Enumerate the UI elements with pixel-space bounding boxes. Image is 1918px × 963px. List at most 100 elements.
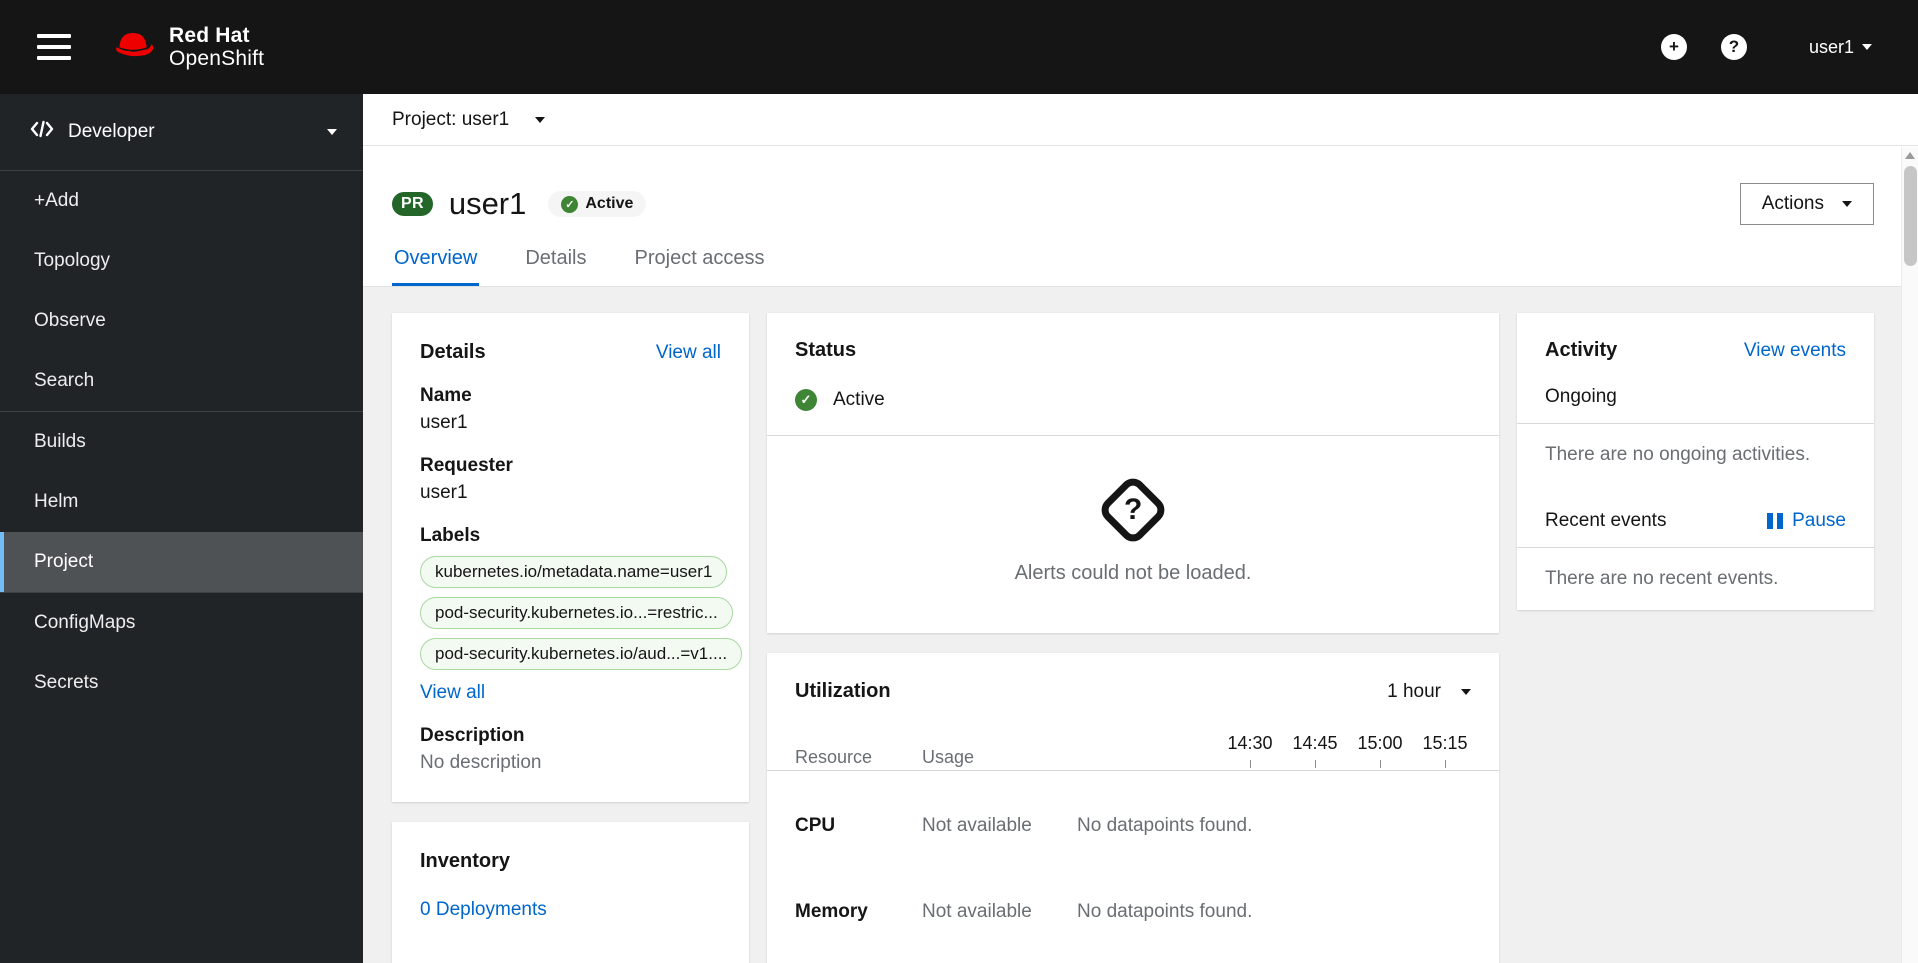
project-status-label: Active bbox=[833, 389, 885, 410]
tick-mark bbox=[1249, 760, 1251, 768]
nav-group: ConfigMaps Secrets bbox=[0, 593, 363, 713]
username-label: user1 bbox=[1808, 36, 1854, 57]
scrollbar[interactable] bbox=[1901, 147, 1918, 963]
help-button[interactable]: ? bbox=[1720, 34, 1747, 60]
brand-name: Red Hat OpenShift bbox=[169, 24, 264, 70]
project-bar: Project: user1 bbox=[363, 94, 1918, 146]
view-events-link[interactable]: View events bbox=[1744, 340, 1846, 362]
sidebar-item-search[interactable]: Search bbox=[0, 351, 363, 411]
time-tick: 15:00 bbox=[1354, 733, 1406, 768]
inventory-card: Inventory 0 Deployments bbox=[392, 822, 749, 963]
time-tick-label: 14:30 bbox=[1227, 733, 1273, 753]
nav-group: Builds Helm Project bbox=[0, 412, 363, 592]
label-chip[interactable]: kubernetes.io/metadata.name=user1 bbox=[420, 556, 728, 588]
ongoing-label: Ongoing bbox=[1545, 386, 1617, 407]
sidebar-item-builds[interactable]: Builds bbox=[0, 412, 363, 472]
activity-card-title: Activity bbox=[1545, 339, 1618, 361]
unknown-state-icon: ? bbox=[1096, 473, 1170, 547]
alerts-empty-message: Alerts could not be loaded. bbox=[1014, 562, 1252, 584]
sidebar-item-secrets[interactable]: Secrets bbox=[0, 653, 363, 713]
time-tick: 14:45 bbox=[1289, 733, 1341, 768]
sidebar-item-observe[interactable]: Observe bbox=[0, 291, 363, 351]
redhat-fedora-icon bbox=[109, 27, 157, 68]
description-field-label: Description bbox=[420, 725, 525, 746]
hamburger-bar bbox=[37, 45, 71, 49]
time-tick: 15:15 bbox=[1419, 733, 1471, 768]
status-card: Status ✓ Active ? Alerts could not be lo… bbox=[767, 313, 1499, 633]
sidebar-item-configmaps[interactable]: ConfigMaps bbox=[0, 593, 363, 653]
details-view-all-link[interactable]: View all bbox=[656, 342, 721, 364]
status-card-title: Status bbox=[795, 339, 857, 361]
perspective-switcher[interactable]: Developer bbox=[0, 94, 363, 170]
sidebar-item-topology[interactable]: Topology bbox=[0, 231, 363, 291]
tab-overview[interactable]: Overview bbox=[392, 231, 480, 286]
code-icon bbox=[30, 120, 54, 144]
usage-value: Not available bbox=[922, 901, 1032, 922]
sidebar-item-project[interactable]: Project bbox=[0, 532, 363, 592]
ongoing-empty-message: There are no ongoing activities. bbox=[1545, 444, 1811, 465]
resource-name: CPU bbox=[795, 815, 836, 836]
chart-empty-message: No datapoints found. bbox=[1077, 901, 1253, 922]
middle-column: Status ✓ Active ? Alerts could not be lo… bbox=[767, 313, 1499, 963]
scroll-up-button[interactable] bbox=[1902, 147, 1918, 164]
check-circle-icon: ✓ bbox=[561, 195, 579, 213]
overview-grid: Details View all Name user1 Requester us… bbox=[363, 287, 1901, 963]
requester-field-label: Requester bbox=[420, 455, 513, 476]
page-title-group: PR user1 ✓ Active bbox=[392, 186, 647, 222]
pause-events-button[interactable]: Pause bbox=[1767, 510, 1846, 532]
chevron-down-icon bbox=[327, 129, 337, 135]
hamburger-menu-button[interactable] bbox=[37, 34, 71, 60]
utilization-header-row: Resource Usage 14:30 14:45 15:00 15:15 bbox=[767, 733, 1499, 768]
tick-mark bbox=[1379, 760, 1381, 768]
user-menu-dropdown[interactable]: user1 bbox=[1809, 37, 1872, 58]
chevron-down-icon bbox=[1461, 688, 1471, 695]
hamburger-bar bbox=[37, 34, 71, 38]
right-column: Activity View events Ongoing There are n… bbox=[1517, 313, 1874, 610]
divider bbox=[767, 770, 1499, 771]
tab-bar: Overview Details Project access bbox=[363, 231, 1901, 287]
main-content: Project: user1 PR user1 ✓ Active Actions bbox=[363, 94, 1918, 963]
labels-field-label: Labels bbox=[420, 525, 481, 546]
tab-project-access[interactable]: Project access bbox=[633, 231, 767, 286]
label-chip[interactable]: pod-security.kubernetes.io...=restric... bbox=[420, 597, 733, 629]
sidebar-nav: Developer +Add Topology Observe Search B… bbox=[0, 94, 363, 963]
sidebar-item-add[interactable]: +Add bbox=[0, 171, 363, 231]
left-column: Details View all Name user1 Requester us… bbox=[392, 313, 749, 963]
project-selector-dropdown[interactable]: Project: user1 bbox=[392, 108, 546, 131]
label-chip-list: kubernetes.io/metadata.name=user1 pod-se… bbox=[420, 556, 743, 670]
project-resource-badge: PR bbox=[392, 192, 433, 216]
triangle-up-icon bbox=[1905, 152, 1915, 159]
status-badge-label: Active bbox=[585, 195, 634, 212]
time-tick-label: 14:45 bbox=[1292, 733, 1338, 753]
brand-line1: Red Hat bbox=[169, 23, 250, 47]
scrollbar-thumb[interactable] bbox=[1904, 166, 1917, 266]
label-chip[interactable]: pod-security.kubernetes.io/aud...=v1.... bbox=[420, 638, 743, 670]
time-tick-label: 15:15 bbox=[1422, 733, 1468, 753]
quick-create-button[interactable]: + bbox=[1660, 34, 1687, 60]
inventory-card-title: Inventory bbox=[420, 850, 511, 872]
chevron-down-icon bbox=[1842, 201, 1852, 207]
page-header: PR user1 ✓ Active Actions bbox=[363, 147, 1901, 231]
check-circle-icon: ✓ bbox=[795, 389, 817, 411]
recent-events-label: Recent events bbox=[1545, 510, 1667, 531]
sidebar-item-helm[interactable]: Helm bbox=[0, 472, 363, 532]
brand-logo[interactable]: Red Hat OpenShift bbox=[109, 24, 264, 70]
actions-dropdown-button[interactable]: Actions bbox=[1739, 183, 1874, 225]
labels-view-all-link[interactable]: View all bbox=[420, 682, 485, 704]
project-selector-label: Project: user1 bbox=[392, 108, 510, 130]
time-axis: 14:30 14:45 15:00 15:15 bbox=[1077, 733, 1471, 768]
details-card: Details View all Name user1 Requester us… bbox=[392, 313, 749, 802]
activity-card: Activity View events Ongoing There are n… bbox=[1517, 313, 1874, 610]
tab-details[interactable]: Details bbox=[523, 231, 588, 286]
status-badge: ✓ Active bbox=[548, 191, 647, 217]
chevron-down-icon bbox=[1862, 44, 1872, 50]
duration-dropdown[interactable]: 1 hour bbox=[1387, 681, 1471, 703]
tick-mark bbox=[1314, 760, 1316, 768]
resource-name: Memory bbox=[795, 901, 868, 922]
deployments-link[interactable]: 0 Deployments bbox=[420, 899, 547, 921]
chart-empty-message: No datapoints found. bbox=[1077, 815, 1253, 836]
brand-line2: OpenShift bbox=[169, 47, 265, 70]
usage-column-header: Usage bbox=[922, 747, 975, 767]
pause-label: Pause bbox=[1792, 510, 1846, 531]
pause-icon bbox=[1767, 513, 1784, 529]
